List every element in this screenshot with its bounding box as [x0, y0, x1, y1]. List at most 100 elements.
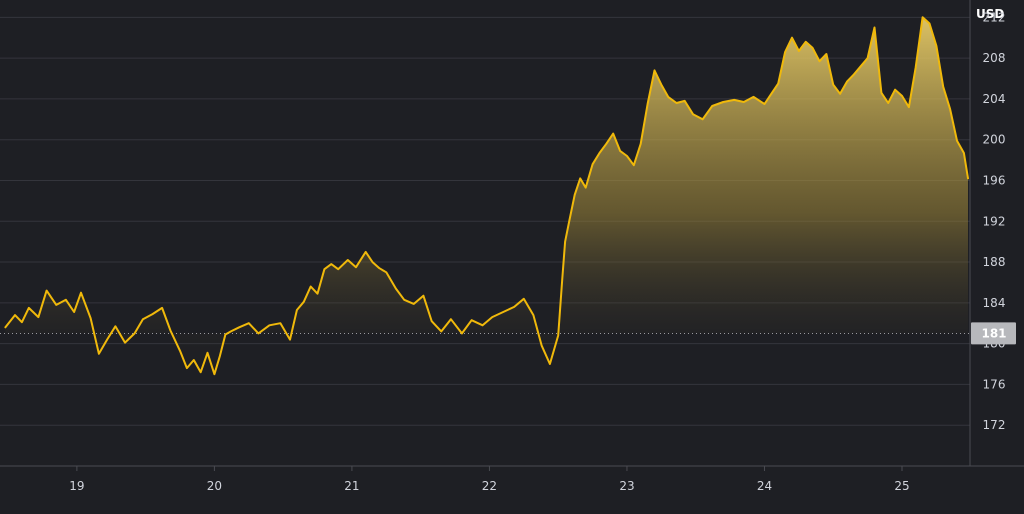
price-point	[752, 96, 755, 98]
price-point	[647, 103, 649, 105]
price-point	[549, 363, 551, 365]
price-point	[667, 96, 669, 98]
price-point	[532, 314, 535, 316]
price-point	[502, 311, 504, 313]
price-point	[213, 373, 215, 375]
price-point	[289, 339, 291, 341]
price-point	[385, 271, 387, 273]
price-point	[763, 103, 766, 105]
price-point	[193, 359, 195, 361]
price-point	[90, 317, 92, 319]
y-tick-label: 212	[983, 10, 1006, 24]
price-point	[770, 93, 772, 95]
price-point	[684, 100, 686, 102]
price-point	[98, 353, 100, 355]
x-tick-label: 24	[757, 479, 772, 493]
price-point	[219, 355, 221, 357]
x-tick-labels: 19 20 21 22 23 24 25	[69, 466, 910, 493]
price-point	[513, 306, 515, 308]
price-point	[151, 313, 154, 315]
price-point	[440, 330, 442, 332]
price-point	[777, 83, 779, 85]
price-point	[692, 113, 694, 115]
price-point	[134, 332, 136, 334]
price-point	[675, 102, 678, 104]
price-point	[633, 164, 635, 166]
price-point	[928, 22, 931, 25]
price-point	[296, 309, 298, 311]
price-point	[523, 298, 525, 300]
price-point	[956, 140, 958, 142]
price-point	[846, 81, 848, 83]
price-point	[853, 73, 855, 75]
price-point	[812, 47, 814, 49]
price-point	[461, 332, 463, 334]
price-point	[908, 106, 910, 108]
x-tick-label: 22	[482, 479, 497, 493]
price-point	[179, 350, 181, 352]
y-tick-label: 192	[983, 214, 1006, 228]
price-point	[839, 93, 841, 95]
price-point	[37, 316, 40, 318]
chart-canvas: USD 172176180184188192196200204208212 19…	[0, 0, 1024, 493]
price-point	[568, 220, 570, 222]
price-point	[347, 259, 349, 261]
price-point	[702, 118, 704, 120]
price-point	[942, 86, 944, 88]
price-point	[818, 60, 821, 62]
price-point	[585, 187, 587, 189]
price-point	[579, 177, 581, 179]
price-point	[316, 293, 319, 295]
price-point	[238, 326, 240, 328]
price-point	[303, 301, 305, 303]
price-point	[65, 299, 67, 301]
price-point	[711, 105, 713, 107]
price-point	[4, 326, 6, 328]
price-point	[371, 261, 374, 263]
price-point	[28, 307, 30, 309]
price-point	[935, 45, 938, 47]
price-point	[574, 194, 576, 196]
price-point	[915, 66, 917, 68]
price-point	[355, 266, 357, 268]
price-point	[206, 352, 209, 354]
price-point	[967, 177, 969, 179]
y-tick-label: 208	[983, 51, 1006, 65]
price-point	[564, 241, 566, 243]
price-badge-text: 181	[981, 326, 1006, 340]
price-point	[422, 295, 424, 297]
price-point	[791, 37, 793, 39]
price-point	[450, 318, 452, 320]
y-tick-labels: 172176180184188192196200204208212	[983, 10, 1006, 432]
price-point	[378, 267, 380, 269]
price-point	[867, 57, 869, 59]
price-point	[80, 292, 82, 294]
price-point	[230, 330, 232, 332]
price-point	[186, 367, 188, 369]
price-point	[323, 268, 325, 270]
price-point	[330, 263, 332, 265]
price-point	[949, 108, 951, 110]
price-point	[114, 325, 116, 327]
price-point	[626, 155, 628, 157]
price-point	[124, 342, 126, 344]
price-point	[619, 150, 621, 152]
price-point	[482, 324, 484, 326]
price-point	[541, 345, 543, 347]
price-point	[887, 102, 889, 104]
price-point	[743, 101, 745, 103]
x-tick-label: 23	[619, 479, 634, 493]
price-point	[722, 101, 724, 103]
price-point	[784, 51, 786, 53]
y-tick-label: 176	[983, 377, 1006, 391]
price-point	[200, 371, 202, 373]
y-tick-label: 204	[983, 92, 1006, 106]
price-point	[257, 332, 259, 334]
price-point	[55, 304, 57, 306]
price-point	[169, 329, 171, 331]
price-point	[873, 26, 876, 29]
price-point	[922, 16, 924, 18]
y-tick-label: 196	[983, 173, 1006, 187]
price-point	[106, 339, 108, 341]
price-point	[894, 89, 896, 91]
